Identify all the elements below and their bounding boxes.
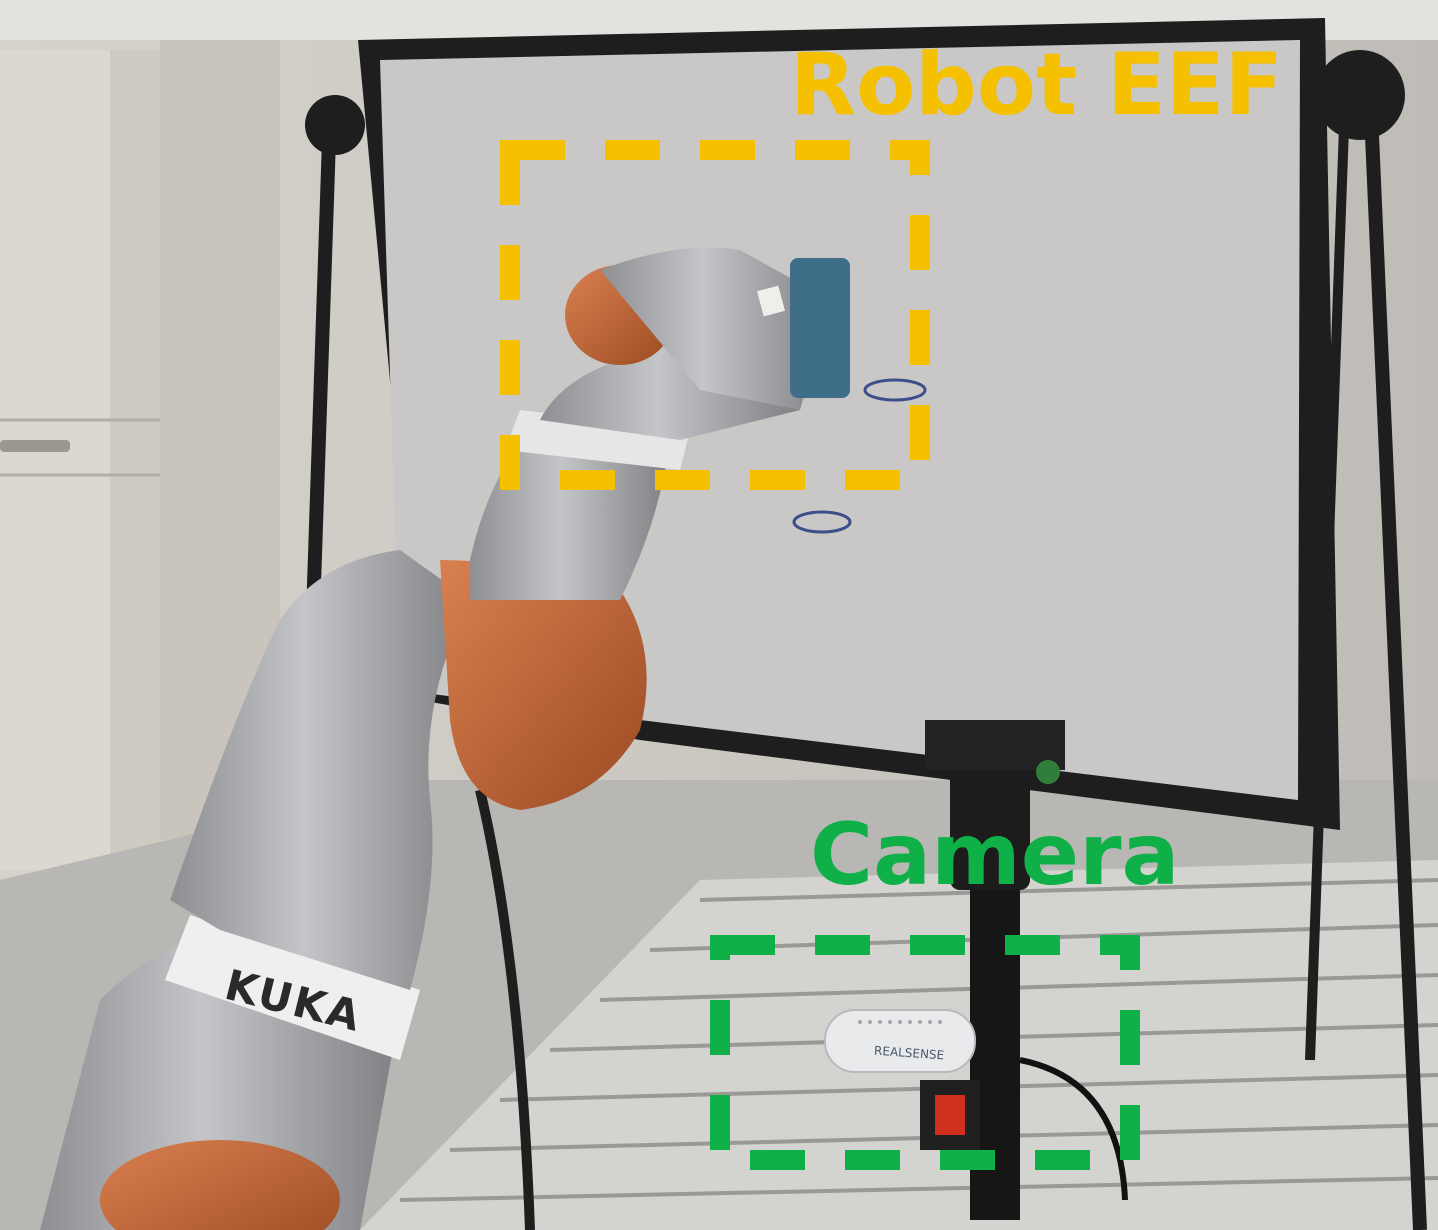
photo-scene: [0, 0, 1438, 1230]
end-effector: [790, 258, 850, 398]
robot-eef-label: Robot EEF: [790, 35, 1284, 135]
camera-label: Camera: [810, 805, 1180, 905]
realsense-camera: [824, 1009, 976, 1073]
